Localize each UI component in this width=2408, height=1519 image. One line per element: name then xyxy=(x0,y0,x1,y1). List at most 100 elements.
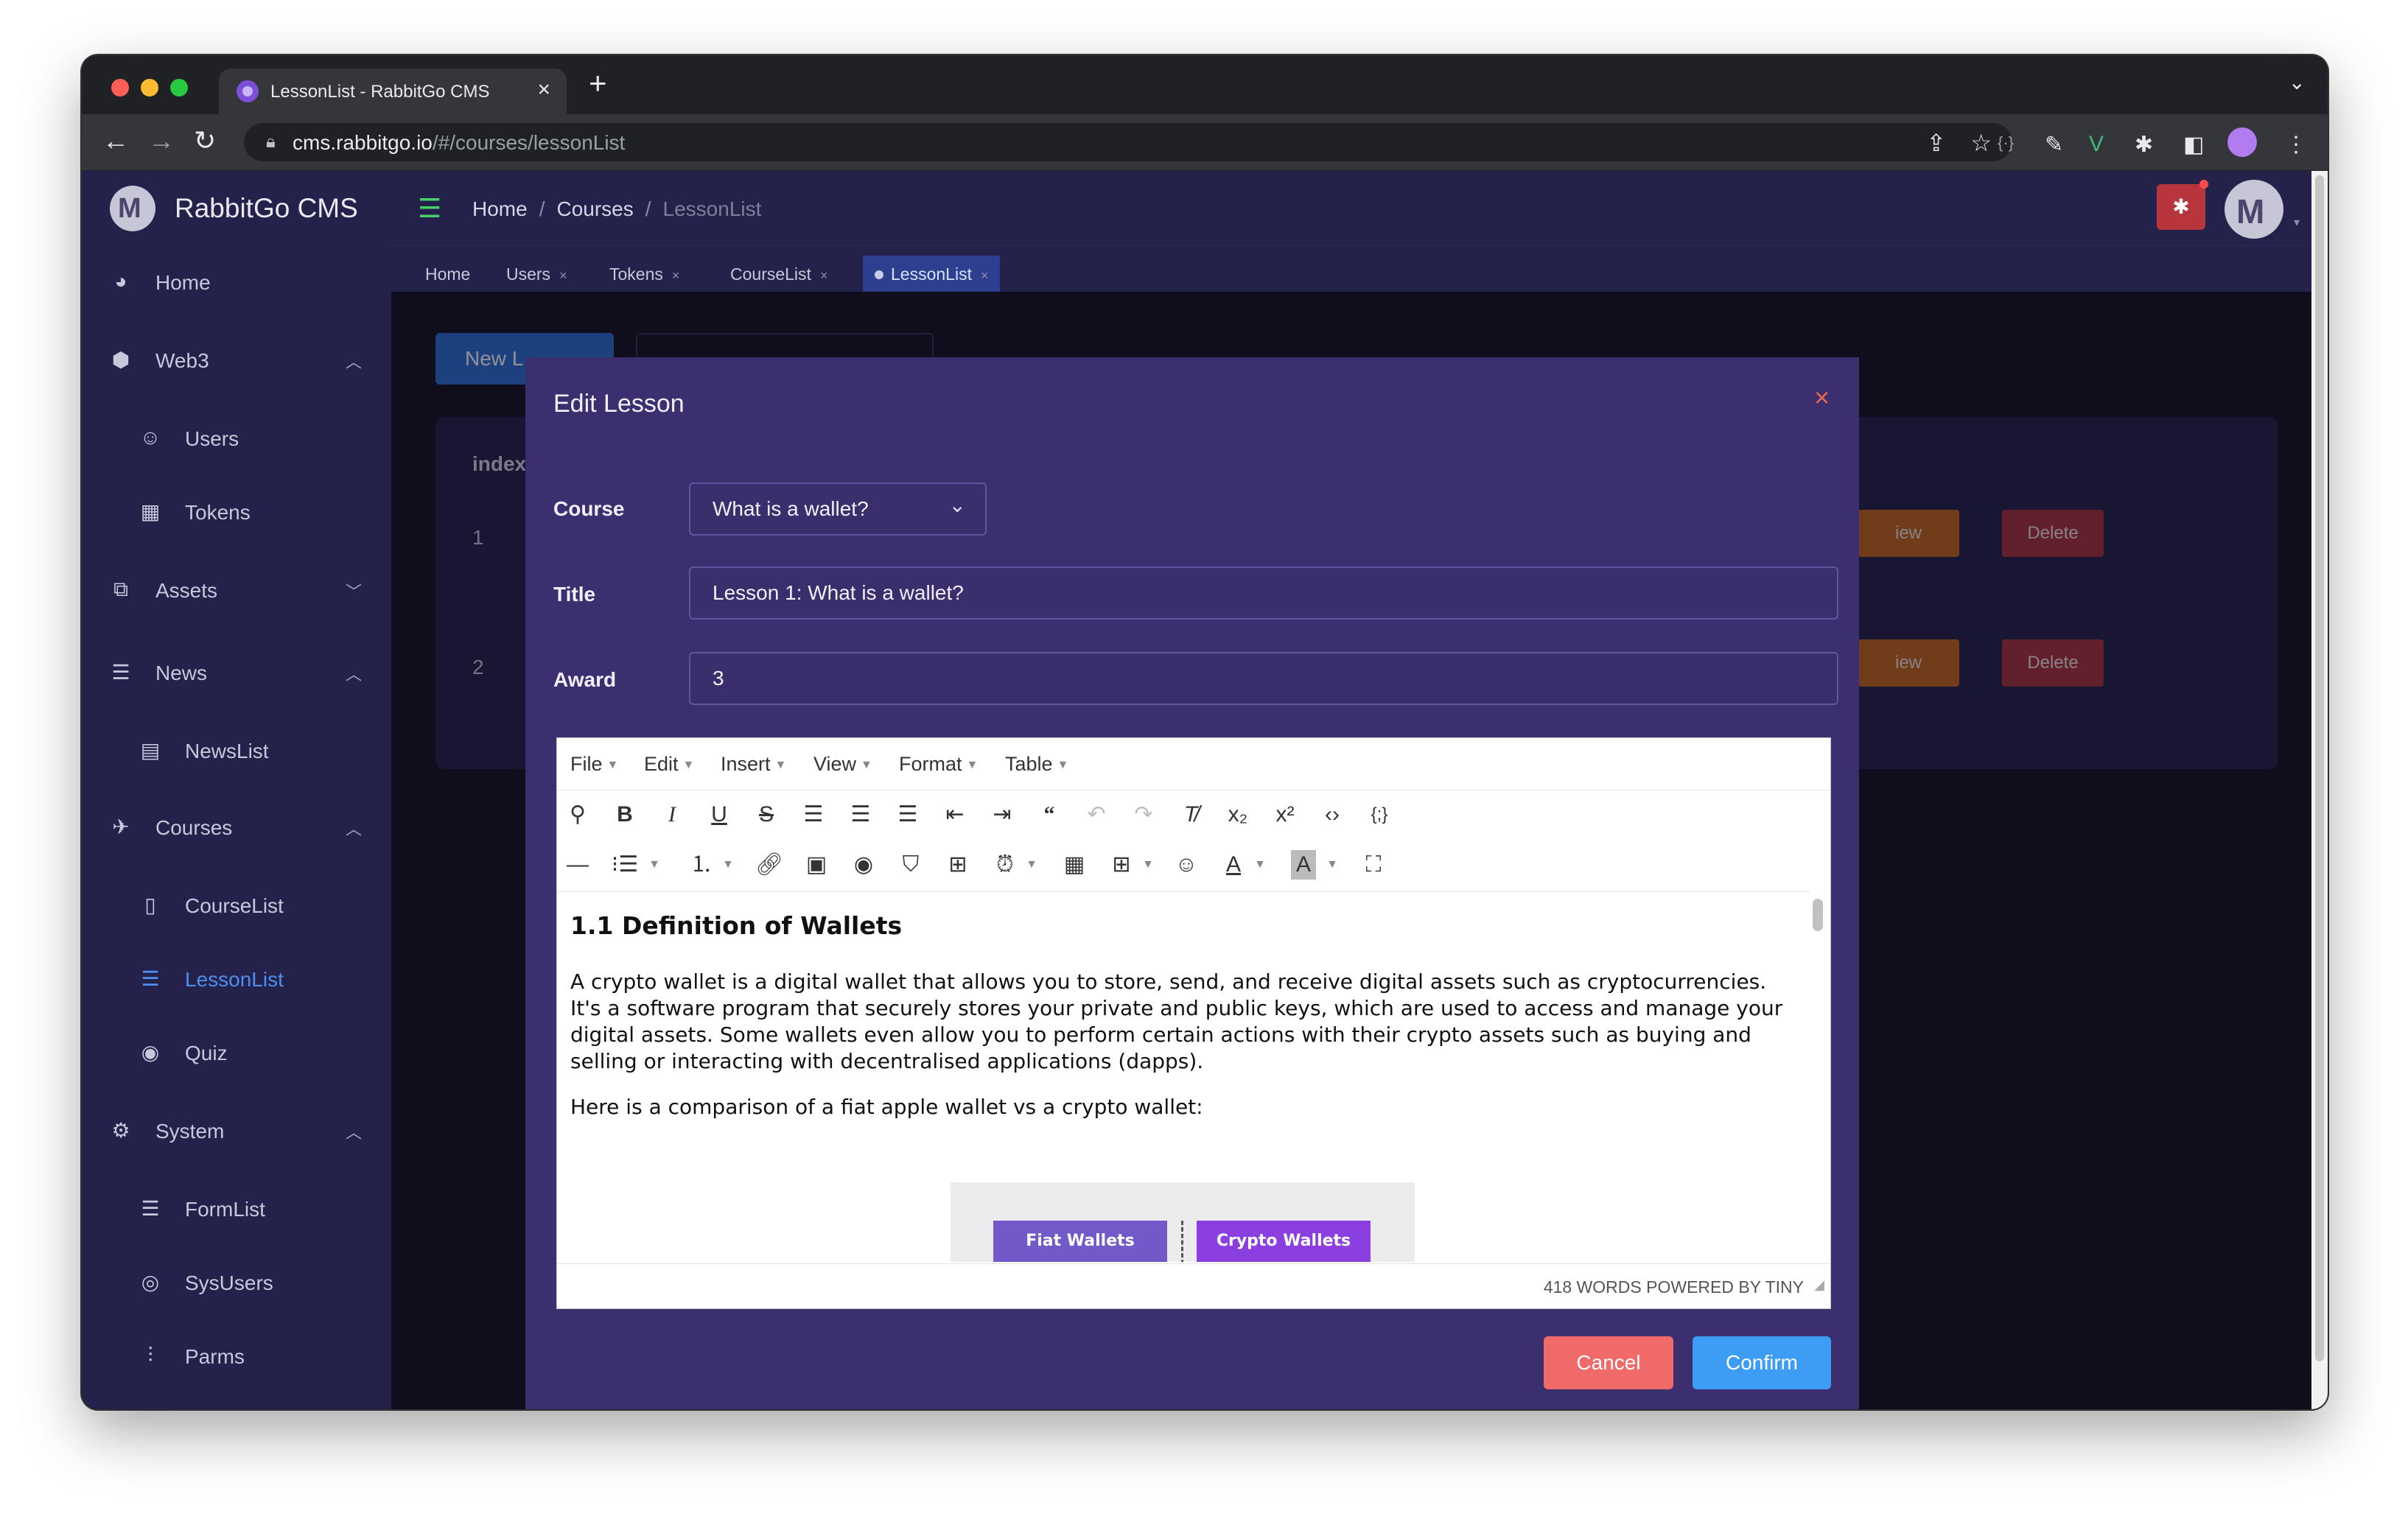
caret-down-icon[interactable]: ▼ xyxy=(1133,850,1163,880)
sidebar-item-courses[interactable]: ✈ Courses ︿ xyxy=(82,806,391,850)
forward-arrow-icon[interactable]: → xyxy=(148,126,175,155)
extension-braces-icon[interactable]: {·} xyxy=(1998,133,2014,152)
sidebar-item-parms[interactable]: ⫶ Parms xyxy=(82,1335,391,1379)
cancel-button[interactable]: Cancel xyxy=(1544,1336,1673,1389)
extension-pencil-icon[interactable]: ✎ xyxy=(2045,132,2063,158)
align-left-icon[interactable]: ☰ xyxy=(799,800,828,829)
tag-tokens[interactable]: Tokens × xyxy=(598,256,691,292)
close-tab-icon[interactable]: × xyxy=(537,77,550,102)
minimize-window-button[interactable] xyxy=(141,79,158,97)
tag-close-icon[interactable]: × xyxy=(820,268,828,283)
indent-icon[interactable]: ⇥ xyxy=(987,800,1017,829)
insert-datetime-icon[interactable]: ⏰︎ xyxy=(990,850,1020,880)
sidebar-item-tokens[interactable]: ▦ Tokens xyxy=(82,491,391,535)
resize-handle-icon[interactable]: ◢ xyxy=(1814,1277,1824,1304)
back-arrow-icon[interactable]: ← xyxy=(102,126,129,155)
breadcrumb-courses[interactable]: Courses xyxy=(556,197,633,220)
sidebar-item-home[interactable]: ◕ Home xyxy=(82,261,391,305)
sidebar-item-lessonlist[interactable]: ☰ LessonList xyxy=(82,958,391,1002)
caret-down-icon[interactable]: ▾ xyxy=(2294,215,2300,230)
sidebar-item-courselist[interactable]: ▯ CourseList xyxy=(82,884,391,928)
award-input[interactable]: 3 xyxy=(689,652,1838,705)
code-icon[interactable]: ‹› xyxy=(1317,800,1347,829)
preview-icon[interactable]: ◉ xyxy=(849,850,878,880)
caret-down-icon[interactable]: ▼ xyxy=(640,850,669,880)
media-icon[interactable]: ▦ xyxy=(1060,850,1089,880)
bookmark-star-icon[interactable]: ☆ xyxy=(1970,129,1992,157)
sidebar-item-users[interactable]: ☺ Users xyxy=(82,417,391,461)
find-replace-icon[interactable]: ⚲ xyxy=(563,800,592,829)
page-scrollbar[interactable] xyxy=(2311,171,2328,1409)
extensions-puzzle-icon[interactable]: ✱ xyxy=(2135,132,2153,158)
profile-avatar-icon[interactable] xyxy=(2227,127,2257,157)
browser-tab[interactable]: LessonList - RabbitGo CMS × xyxy=(219,69,567,114)
menu-view[interactable]: View ▼ xyxy=(813,753,872,776)
close-icon[interactable]: × xyxy=(1814,382,1830,413)
editor-scrollbar[interactable] xyxy=(1811,894,1824,1263)
align-right-icon[interactable]: ☰ xyxy=(893,800,923,829)
align-center-icon[interactable]: ☰ xyxy=(846,800,875,829)
table-icon[interactable]: ⊞ xyxy=(1107,850,1136,880)
menu-file[interactable]: File ▼ xyxy=(570,753,618,776)
page-break-icon[interactable]: ⊞ xyxy=(943,850,973,880)
italic-icon[interactable]: I xyxy=(657,800,687,829)
caret-down-icon[interactable]: ▼ xyxy=(1017,850,1046,880)
strikethrough-icon[interactable]: S xyxy=(752,800,781,829)
bold-icon[interactable]: B xyxy=(610,800,640,829)
numbered-list-icon[interactable]: ⒈ xyxy=(687,850,716,880)
tag-close-icon[interactable]: × xyxy=(559,268,567,283)
sidebar-item-web3[interactable]: ⬢ Web3 ︿ xyxy=(82,339,391,383)
tag-courselist[interactable]: CourseList × xyxy=(718,256,839,292)
menu-format[interactable]: Format ▼ xyxy=(899,753,978,776)
side-panel-icon[interactable]: ◧ xyxy=(2183,132,2204,158)
error-log-button[interactable]: ✱ xyxy=(2157,180,2208,230)
emoticons-icon[interactable]: ☺ xyxy=(1172,850,1201,880)
scrollbar-thumb[interactable] xyxy=(2315,175,2324,1361)
tag-lessonlist[interactable]: LessonList × xyxy=(863,256,1001,292)
sidebar-item-news[interactable]: ☰ News ︿ xyxy=(82,651,391,695)
menu-edit[interactable]: Edit ▼ xyxy=(644,753,694,776)
editor-content-area[interactable]: 1.1 Definition of Wallets A crypto walle… xyxy=(557,891,1810,1262)
sidebar-item-newslist[interactable]: ▤ NewsList xyxy=(82,729,391,773)
fullscreen-icon[interactable]: ⛶ xyxy=(1359,850,1388,880)
menu-table[interactable]: Table ▼ xyxy=(1005,753,1068,776)
undo-icon[interactable]: ↶ xyxy=(1082,800,1111,829)
tag-users[interactable]: Users × xyxy=(494,256,579,292)
maximize-window-button[interactable] xyxy=(170,79,188,97)
caret-down-icon[interactable]: ▼ xyxy=(1245,850,1275,880)
user-avatar[interactable] xyxy=(2225,180,2283,239)
outdent-icon[interactable]: ⇤ xyxy=(940,800,970,829)
superscript-icon[interactable]: x² xyxy=(1270,800,1300,829)
breadcrumb-home[interactable]: Home xyxy=(472,197,528,220)
bullet-list-icon[interactable]: ⁝☰ xyxy=(610,850,640,880)
sidebar-item-quiz[interactable]: ◉ Quiz xyxy=(82,1031,391,1076)
tag-home[interactable]: Home xyxy=(413,256,482,292)
caret-down-icon[interactable]: ▼ xyxy=(1317,850,1347,880)
collapse-menu-icon[interactable]: ☰ xyxy=(418,193,441,224)
confirm-button[interactable]: Confirm xyxy=(1693,1336,1831,1389)
horizontal-line-icon[interactable]: — xyxy=(563,850,592,880)
caret-down-icon[interactable]: ▼ xyxy=(713,850,743,880)
tag-close-icon[interactable]: × xyxy=(672,268,680,283)
tab-search-chevron-icon[interactable]: ⌄ xyxy=(2289,70,2306,94)
reload-icon[interactable]: ↻ xyxy=(194,126,216,155)
close-window-button[interactable] xyxy=(111,79,129,97)
subscript-icon[interactable]: x₂ xyxy=(1223,800,1253,829)
code-sample-icon[interactable]: {;} xyxy=(1365,800,1394,829)
text-color-icon[interactable]: A xyxy=(1219,850,1248,880)
sidebar-item-system[interactable]: ⚙ System ︿ xyxy=(82,1109,391,1154)
background-color-icon[interactable]: A xyxy=(1291,850,1316,880)
browser-menu-icon[interactable]: ⋮ xyxy=(2285,132,2307,158)
share-icon[interactable]: ⇪ xyxy=(1926,129,1946,157)
clear-formatting-icon[interactable]: T̸ xyxy=(1176,800,1205,829)
address-bar[interactable]: 🔒︎ cms.rabbitgo.io/#/courses/lessonList … xyxy=(244,123,2012,161)
bookmark-icon[interactable]: ⛉ xyxy=(896,850,925,880)
underline-icon[interactable]: U xyxy=(704,800,734,829)
vue-devtools-icon[interactable]: V xyxy=(2089,132,2104,157)
title-input[interactable]: Lesson 1: What is a wallet? xyxy=(689,566,1838,620)
sidebar-item-formlist[interactable]: ☰ FormList xyxy=(82,1188,391,1232)
sidebar-item-sysusers[interactable]: ◎ SysUsers xyxy=(82,1261,391,1305)
redo-icon[interactable]: ↷ xyxy=(1129,800,1158,829)
editor-scrollbar-thumb[interactable] xyxy=(1813,899,1823,931)
blockquote-icon[interactable]: “ xyxy=(1035,800,1064,829)
